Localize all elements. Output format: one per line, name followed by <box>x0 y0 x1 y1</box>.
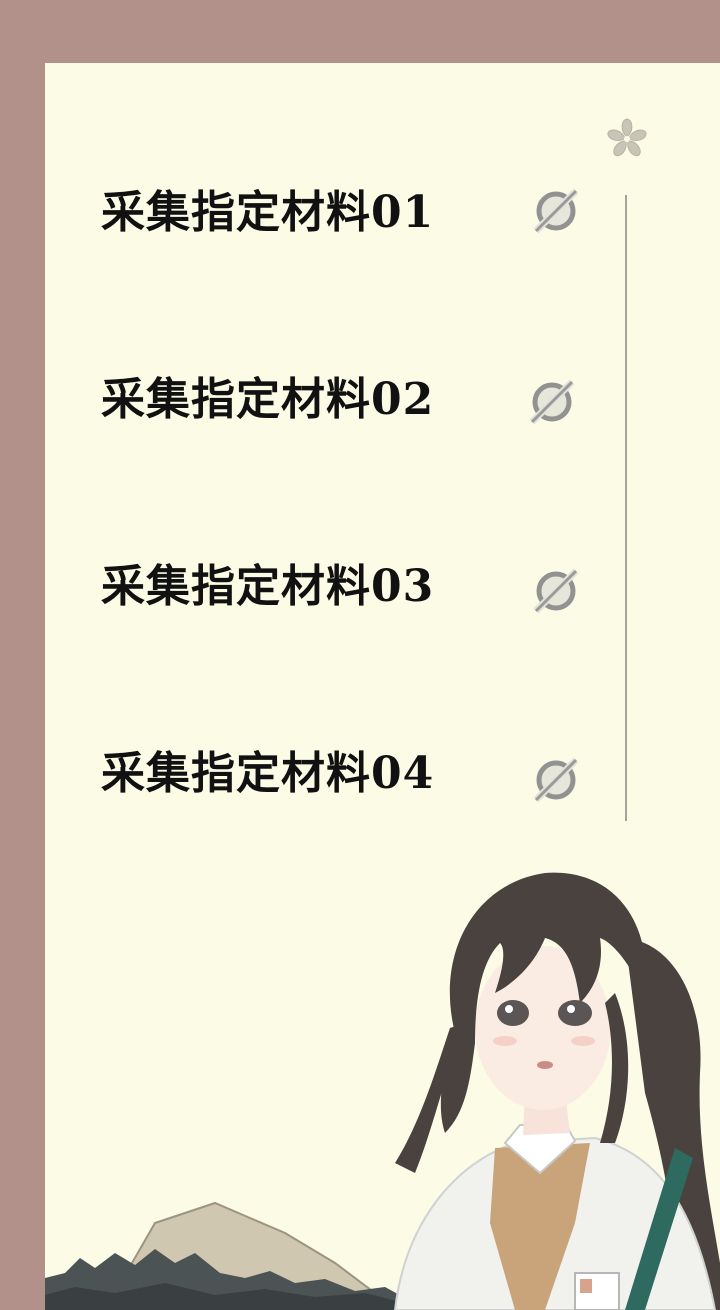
quest-panel: 采集指定材料01 采集指定材料02 采集指定材料03 采集指定材料04 <box>45 63 720 1310</box>
task-label: 采集指定材料02 <box>101 374 435 425</box>
empty-circle-slash-icon <box>533 568 579 614</box>
task-label: 采集指定材料04 <box>101 748 435 799</box>
character-illustration <box>393 872 720 1310</box>
task-label: 采集指定材料03 <box>101 561 435 612</box>
sakura-flower-icon <box>607 118 647 157</box>
task-row-1[interactable]: 采集指定材料01 <box>101 183 601 243</box>
empty-circle-slash-icon <box>533 757 579 803</box>
task-row-4[interactable]: 采集指定材料04 <box>101 744 601 804</box>
task-row-3[interactable]: 采集指定材料03 <box>101 557 601 617</box>
empty-circle-slash-icon <box>533 188 579 234</box>
task-row-2[interactable]: 采集指定材料02 <box>101 370 601 430</box>
empty-circle-slash-icon <box>529 379 575 425</box>
timeline-divider <box>625 195 627 821</box>
mountain-landscape <box>45 1201 405 1310</box>
task-label: 采集指定材料01 <box>101 187 435 238</box>
